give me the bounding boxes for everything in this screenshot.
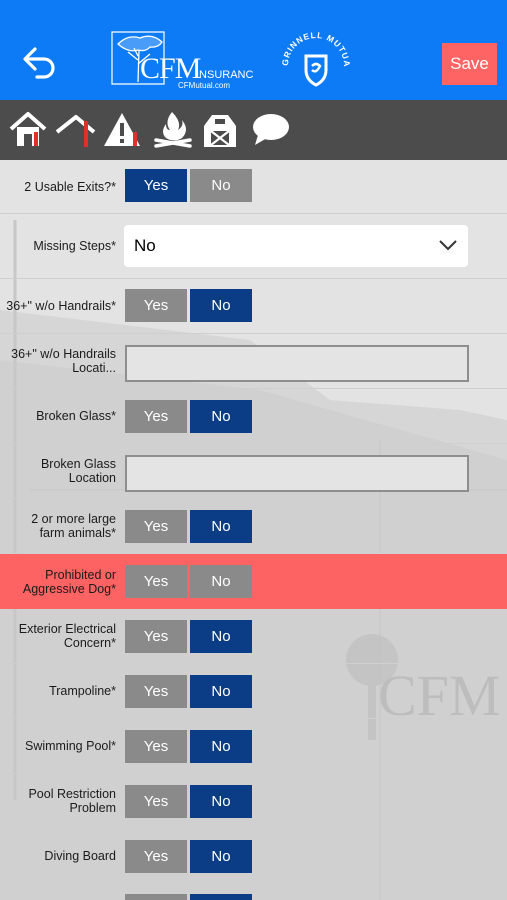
row-broken-glass-location: Broken Glass Location: [0, 444, 507, 499]
row-label: Swimming Pool*: [24, 739, 116, 753]
hazard-warning-icon[interactable]: [102, 110, 146, 150]
yes-button[interactable]: Yes: [125, 400, 187, 433]
row-label: Broken Glass Location: [40, 457, 116, 485]
row-handrails: 36+" w/o Handrails* Yes No: [0, 279, 507, 334]
row-diving-board: Diving Board Yes No: [0, 829, 507, 884]
no-button-partial[interactable]: [190, 894, 252, 900]
roof-icon[interactable]: [54, 110, 98, 150]
no-button[interactable]: No: [190, 400, 252, 433]
grinnell-mutual-badge: GRINNELL MUTUAL MEMBER: [274, 18, 354, 96]
house-icon[interactable]: [8, 110, 52, 150]
yes-button[interactable]: Yes: [125, 675, 187, 708]
row-aggressive-dog: Prohibited or Aggressive Dog* Yes No: [0, 554, 507, 609]
no-button[interactable]: No: [190, 620, 252, 653]
row-label: 2 Usable Exits?*: [24, 179, 116, 194]
row-electrical-concern: Exterior Electrical Concern* Yes No: [0, 609, 507, 664]
comment-icon[interactable]: [250, 110, 294, 150]
logo-insurance-text: INSURANCE: [196, 69, 254, 81]
row-handrails-location: 36+" w/o Handrails Locati...: [0, 334, 507, 389]
row-label: Trampoline*: [49, 684, 116, 698]
yes-button[interactable]: Yes: [125, 510, 187, 543]
row-label: Diving Board: [44, 849, 116, 863]
no-button[interactable]: No: [190, 730, 252, 763]
yes-button[interactable]: Yes: [125, 620, 187, 653]
app-header: CFM INSURANCE CFMutual.com GRINNELL MUTU…: [0, 0, 507, 100]
fire-icon[interactable]: [152, 110, 196, 150]
yes-button[interactable]: Yes: [125, 730, 187, 763]
row-pool-restriction: Pool Restriction Problem Yes No: [0, 774, 507, 829]
row-label: 2 or more large farm animals*: [31, 512, 116, 540]
yes-button[interactable]: Yes: [125, 289, 187, 322]
no-button[interactable]: No: [190, 785, 252, 818]
section-toolbar: [0, 100, 507, 160]
row-label: 36+" w/o Handrails Locati...: [11, 347, 116, 375]
save-button[interactable]: Save: [442, 43, 497, 85]
yes-button[interactable]: Yes: [125, 169, 187, 202]
row-label: Broken Glass*: [36, 409, 116, 423]
row-swimming-pool: Swimming Pool* Yes No: [0, 719, 507, 774]
row-farm-animals: 2 or more large farm animals* Yes No: [0, 499, 507, 554]
back-arrow-icon: [23, 47, 55, 79]
row-label: 36+" w/o Handrails*: [6, 299, 116, 313]
no-button[interactable]: No: [190, 289, 252, 322]
row-label: Prohibited or Aggressive Dog*: [22, 567, 116, 596]
broken-glass-location-field[interactable]: [125, 455, 469, 492]
badge-text: GRINNELL MUTUAL MEMBER: [274, 18, 351, 68]
row-label: Pool Restriction Problem: [28, 787, 116, 815]
missing-steps-select[interactable]: No: [124, 225, 468, 267]
cfm-insurance-logo: CFM INSURANCE CFMutual.com: [106, 30, 261, 94]
no-button[interactable]: No: [190, 510, 252, 543]
row-usable-exits: 2 Usable Exits?* Yes No: [0, 160, 507, 214]
yes-button[interactable]: Yes: [125, 840, 187, 873]
row-label: Missing Steps*: [33, 239, 116, 253]
no-button[interactable]: No: [190, 169, 252, 202]
select-value: No: [134, 236, 156, 255]
row-trampoline: Trampoline* Yes No: [0, 664, 507, 719]
chevron-down-icon: [439, 240, 457, 251]
svg-text:GRINNELL MUTUAL MEMBER: GRINNELL MUTUAL MEMBER: [278, 26, 352, 68]
row-broken-glass: Broken Glass* Yes No: [0, 389, 507, 444]
row-missing-steps: Missing Steps* No: [0, 214, 507, 279]
yes-button-partial[interactable]: [125, 894, 187, 900]
no-button[interactable]: No: [190, 840, 252, 873]
no-button[interactable]: No: [190, 565, 252, 598]
inspection-form[interactable]: CFM 2 Usable Exits?* Yes No Missing Step…: [0, 160, 507, 900]
back-button[interactable]: [14, 38, 64, 86]
no-button[interactable]: No: [190, 675, 252, 708]
yes-button[interactable]: Yes: [125, 785, 187, 818]
yes-button[interactable]: Yes: [125, 565, 187, 598]
row-label: Exterior Electrical Concern*: [18, 622, 116, 650]
logo-url-text: CFMutual.com: [178, 81, 230, 90]
handrails-location-field[interactable]: [125, 345, 469, 382]
barn-icon[interactable]: [200, 110, 244, 150]
row-partial-next: [0, 884, 507, 900]
